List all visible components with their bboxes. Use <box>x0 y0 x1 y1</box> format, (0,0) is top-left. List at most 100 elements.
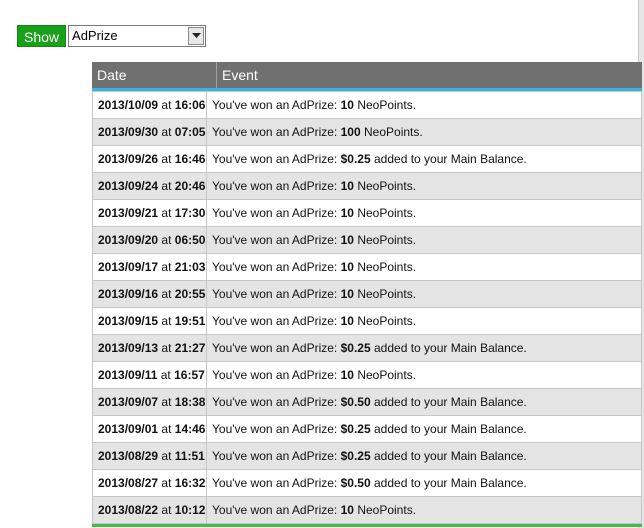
table-row: 2013/09/17 at 21:03 You've won an AdPrize… <box>92 253 642 281</box>
date-cell: 2013/09/13 at 21:27 <box>92 334 207 362</box>
event-suffix: NeoPoints. <box>357 206 417 220</box>
at-word: at <box>161 314 172 328</box>
at-word: at <box>161 152 172 166</box>
table-row: 2013/09/20 at 06:50 You've won an AdPrize… <box>92 226 642 254</box>
date-value: 2013/08/29 <box>98 449 159 463</box>
date-cell: 2013/08/27 at 16:32 <box>92 469 207 497</box>
event-suffix: NeoPoints. <box>357 287 417 301</box>
at-word: at <box>161 206 172 220</box>
filter-bar: Show AdPrize <box>17 25 207 47</box>
footer-accent-bar <box>92 524 642 527</box>
table-row: 2013/09/11 at 16:57 You've won an AdPrize… <box>92 361 642 389</box>
event-suffix: NeoPoints. <box>357 314 417 328</box>
event-amount: 10 <box>340 206 354 220</box>
date-value: 2013/10/09 <box>98 98 159 112</box>
at-word: at <box>161 395 172 409</box>
date-value: 2013/09/21 <box>98 206 159 220</box>
time-value: 21:03 <box>174 260 206 274</box>
date-cell: 2013/09/11 at 16:57 <box>92 361 207 389</box>
event-prefix: You've won an AdPrize: <box>212 368 338 382</box>
event-suffix: added to your Main Balance. <box>374 341 527 355</box>
event-prefix: You've won an AdPrize: <box>212 422 338 436</box>
at-word: at <box>161 476 172 490</box>
dropdown-button[interactable] <box>188 27 205 45</box>
event-amount: 10 <box>340 260 354 274</box>
date-value: 2013/09/15 <box>98 314 159 328</box>
date-cell: 2013/09/24 at 20:46 <box>92 172 207 200</box>
event-type-selected: AdPrize <box>72 28 118 43</box>
date-value: 2013/09/30 <box>98 125 159 139</box>
table-row: 2013/10/09 at 16:06 You've won an AdPrize… <box>92 91 642 119</box>
time-value: 06:50 <box>174 233 206 247</box>
event-prefix: You've won an AdPrize: <box>212 125 338 139</box>
event-cell: You've won an AdPrize: 10 NeoPoints. <box>206 253 642 281</box>
date-value: 2013/09/26 <box>98 152 159 166</box>
table-row: 2013/09/01 at 14:46 You've won an AdPrize… <box>92 415 642 443</box>
event-cell: You've won an AdPrize: $0.25 added to yo… <box>206 145 642 173</box>
event-suffix: NeoPoints. <box>357 368 417 382</box>
at-word: at <box>161 503 172 517</box>
event-cell: You've won an AdPrize: $0.25 added to yo… <box>206 415 642 443</box>
date-value: 2013/09/01 <box>98 422 159 436</box>
at-word: at <box>161 287 172 301</box>
show-button[interactable]: Show <box>17 25 67 47</box>
table-body: 2013/10/09 at 16:06 You've won an AdPrize… <box>92 91 642 524</box>
date-value: 2013/09/17 <box>98 260 159 274</box>
date-value: 2013/09/13 <box>98 341 159 355</box>
at-word: at <box>161 125 172 139</box>
event-cell: You've won an AdPrize: $0.50 added to yo… <box>206 469 642 497</box>
time-value: 16:57 <box>174 368 205 382</box>
event-suffix: NeoPoints. <box>357 233 417 247</box>
event-amount: $0.25 <box>340 341 371 355</box>
table-row: 2013/09/30 at 07:05 You've won an AdPrize… <box>92 118 642 146</box>
event-type-select[interactable]: AdPrize <box>68 25 207 47</box>
event-prefix: You've won an AdPrize: <box>212 206 338 220</box>
table-header-row: Date Event <box>92 62 642 88</box>
event-cell: You've won an AdPrize: 10 NeoPoints. <box>206 496 642 524</box>
event-cell: You've won an AdPrize: 10 NeoPoints. <box>206 307 642 335</box>
time-value: 20:55 <box>174 287 206 301</box>
date-value: 2013/09/24 <box>98 179 159 193</box>
table-row: 2013/09/21 at 17:30 You've won an AdPrize… <box>92 199 642 227</box>
date-cell: 2013/09/17 at 21:03 <box>92 253 207 281</box>
event-amount: $0.25 <box>340 449 371 463</box>
event-amount: 10 <box>340 98 354 112</box>
date-cell: 2013/10/09 at 16:06 <box>92 91 207 119</box>
table-row: 2013/09/24 at 20:46 You've won an AdPrize… <box>92 172 642 200</box>
event-suffix: added to your Main Balance. <box>374 395 527 409</box>
event-prefix: You've won an AdPrize: <box>212 476 338 490</box>
event-prefix: You've won an AdPrize: <box>212 287 338 301</box>
date-cell: 2013/08/22 at 10:12 <box>92 496 207 524</box>
time-value: 19:51 <box>174 314 206 328</box>
history-panel: Show AdPrize Date Event 2013/10/09 at 16… <box>0 0 642 528</box>
at-word: at <box>161 233 172 247</box>
event-cell: You've won an AdPrize: 10 NeoPoints. <box>206 199 642 227</box>
event-suffix: added to your Main Balance. <box>374 422 527 436</box>
event-cell: You've won an AdPrize: 100 NeoPoints. <box>206 118 642 146</box>
time-value: 21:27 <box>174 341 206 355</box>
date-cell: 2013/09/26 at 16:46 <box>92 145 207 173</box>
table-row: 2013/09/13 at 21:27 You've won an AdPrize… <box>92 334 642 362</box>
history-table: Date Event 2013/10/09 at 16:06 You've won… <box>92 62 642 527</box>
date-value: 2013/09/11 <box>98 368 158 382</box>
column-header-event: Event <box>216 62 642 88</box>
event-amount: 10 <box>340 233 354 247</box>
event-amount: 10 <box>340 287 354 301</box>
event-cell: You've won an AdPrize: $0.25 added to yo… <box>206 442 642 470</box>
table-row: 2013/09/16 at 20:55 You've won an AdPrize… <box>92 280 642 308</box>
event-prefix: You've won an AdPrize: <box>212 260 338 274</box>
event-amount: $0.25 <box>340 422 371 436</box>
time-value: 11:51 <box>174 449 205 463</box>
event-cell: You've won an AdPrize: 10 NeoPoints. <box>206 361 642 389</box>
event-amount: $0.50 <box>340 476 371 490</box>
date-cell: 2013/09/21 at 17:30 <box>92 199 207 227</box>
time-value: 17:30 <box>174 206 206 220</box>
date-value: 2013/09/20 <box>98 233 159 247</box>
event-amount: 10 <box>340 314 354 328</box>
date-cell: 2013/09/01 at 14:46 <box>92 415 207 443</box>
event-suffix: NeoPoints. <box>357 260 417 274</box>
event-suffix: added to your Main Balance. <box>374 476 527 490</box>
event-amount: $0.25 <box>340 152 371 166</box>
table-row: 2013/08/22 at 10:12 You've won an AdPrize… <box>92 496 642 524</box>
date-cell: 2013/09/07 at 18:38 <box>92 388 207 416</box>
